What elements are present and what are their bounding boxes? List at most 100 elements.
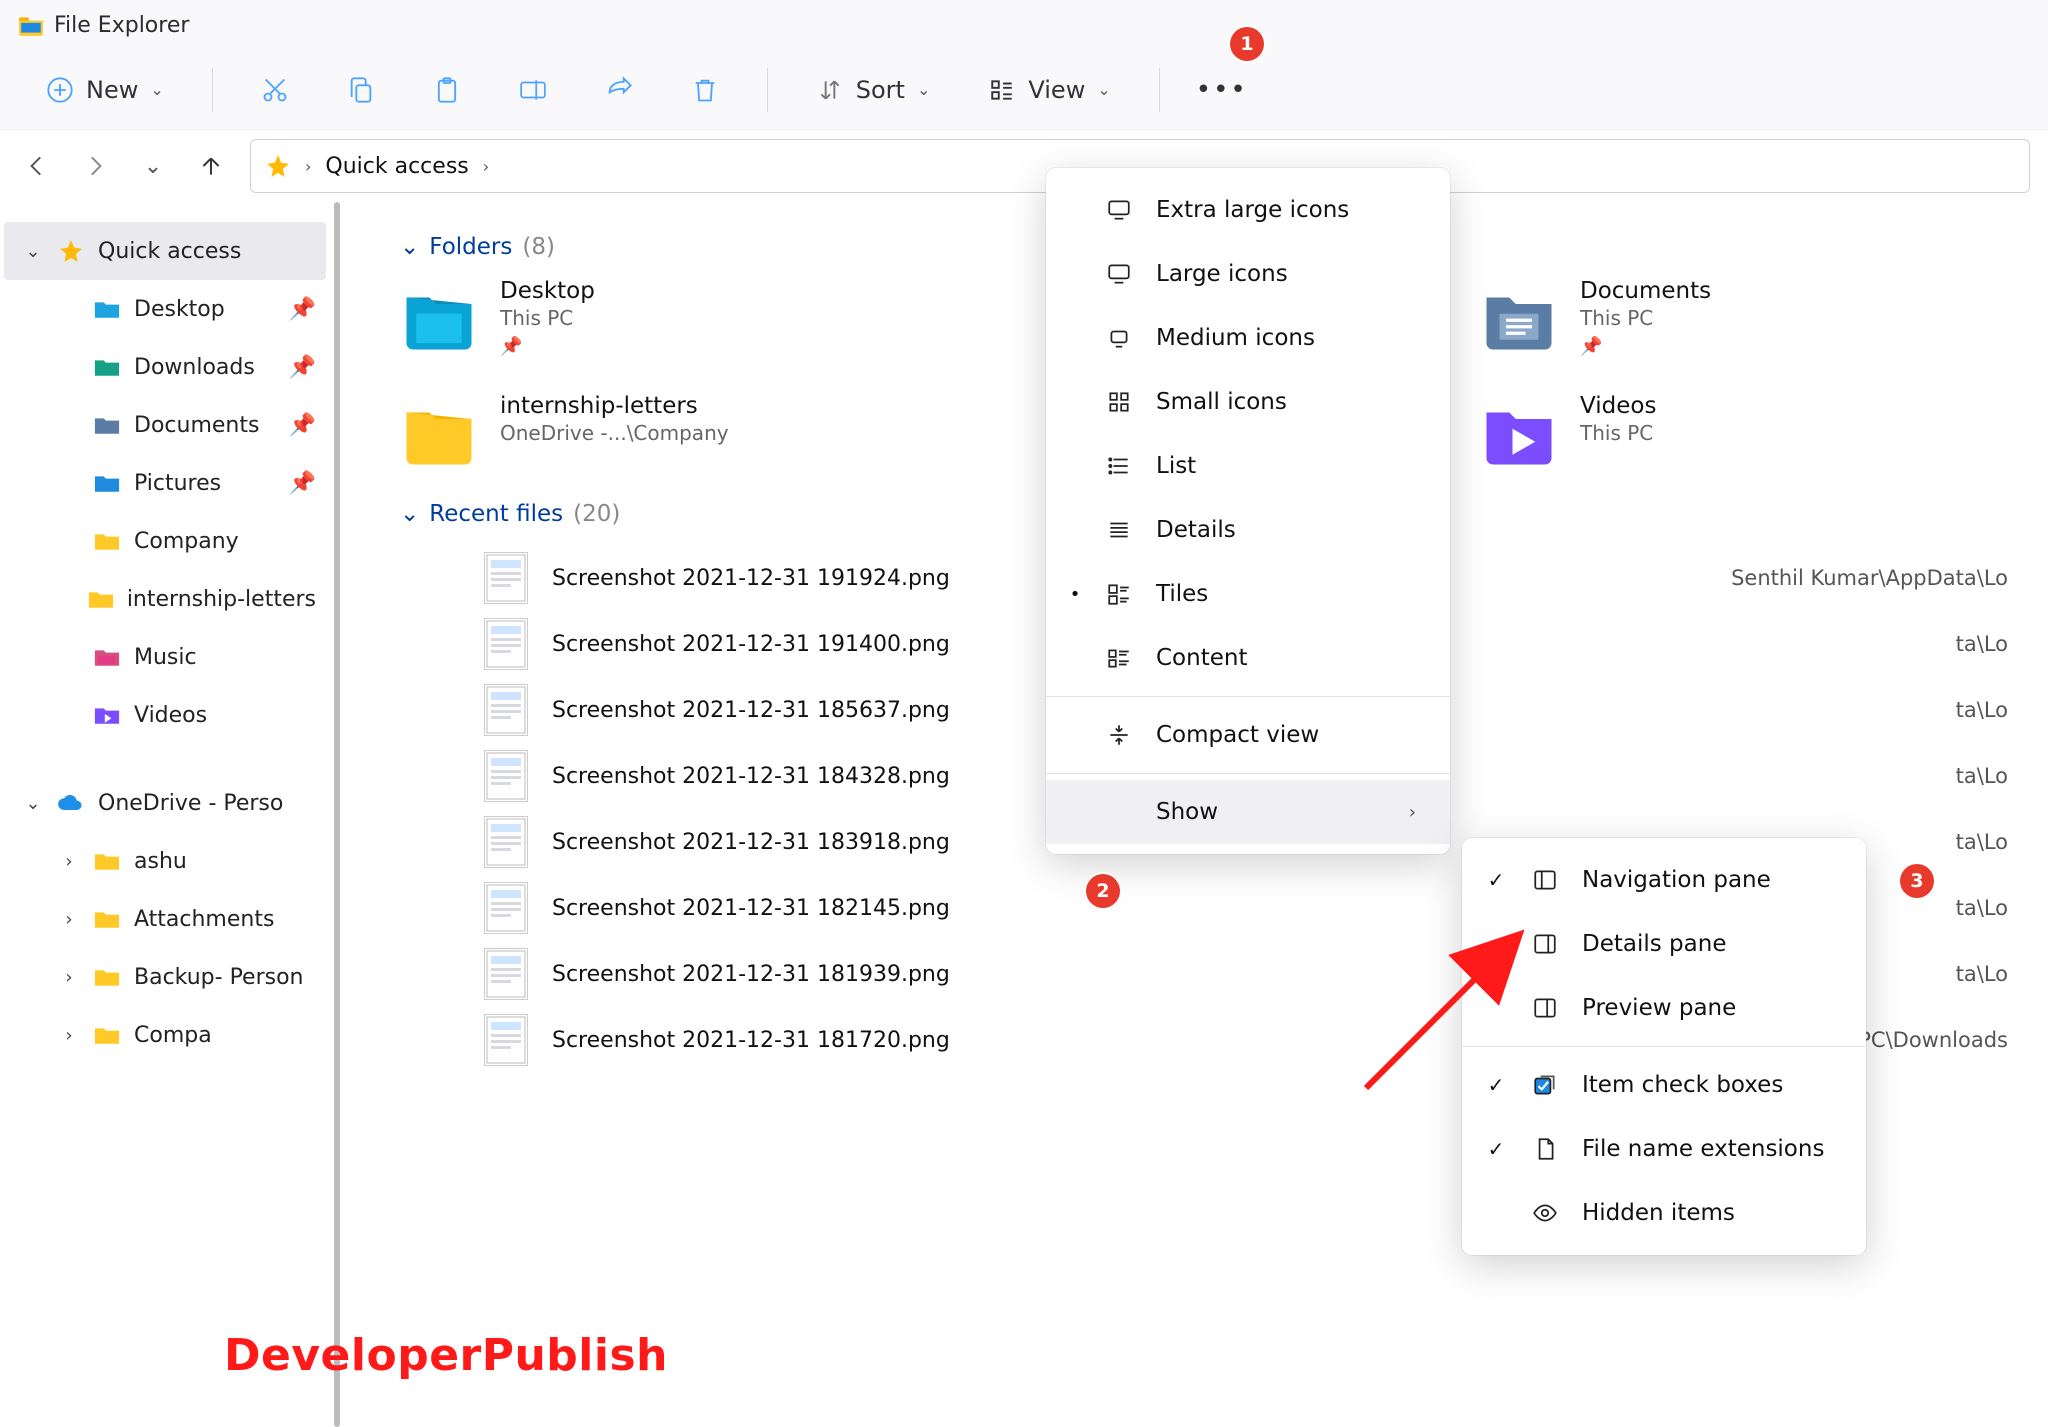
sort-button[interactable]: Sort ⌄ [806,68,941,112]
tree-item[interactable]: internship-letters [40,570,326,628]
paste-button[interactable] [423,68,471,112]
tree-item[interactable]: Company [40,512,326,570]
callout-3: 3 [1900,864,1934,898]
show-menu-item[interactable]: ✓ File name extensions [1462,1117,1866,1181]
rename-button[interactable] [509,68,557,112]
show-menu-item[interactable]: ✓ Navigation pane [1462,848,1866,912]
view-icon [988,76,1016,104]
rename-icon [519,76,547,104]
view-menu-item[interactable]: Details [1046,498,1450,562]
menu-separator [1046,773,1450,774]
list-icon [1104,451,1134,481]
menu-item-label: Content [1156,645,1247,671]
tree-item[interactable]: Downloads📌 [40,338,326,396]
section-title: Folders [429,234,512,260]
tree-item[interactable]: Documents📌 [40,396,326,454]
tree-item[interactable]: ›Backup- Person [40,948,326,1006]
cut-button[interactable] [251,68,299,112]
folder-icon [87,585,115,613]
file-thumb-icon [484,552,528,604]
file-thumb-icon [484,882,528,934]
tree-label: Desktop [134,297,225,322]
view-menu-item[interactable]: Extra large icons [1046,178,1450,242]
folder-icon [92,295,122,323]
tree-label: Quick access [98,239,241,264]
nav-forward-button[interactable] [76,147,114,185]
chevron-right-icon: › [58,851,80,872]
tree-item[interactable]: Videos [40,686,326,744]
folder-tile[interactable]: VideosThis PC [1480,393,1920,471]
compact-icon [1104,720,1134,750]
tree-quick-access[interactable]: ⌄ Quick access [4,222,326,280]
menu-item-label: Show [1156,799,1218,825]
window-title: File Explorer [54,13,189,38]
tree-item[interactable]: ›ashu [40,832,326,890]
nav-back-button[interactable] [18,147,56,185]
chevron-right-icon: › [58,967,80,988]
tile-name: Documents [1580,278,1711,304]
divider [767,68,768,112]
tree-onedrive[interactable]: ⌄ OneDrive - Perso [4,774,326,832]
new-label: New [86,76,138,104]
view-menu-item[interactable]: Medium icons [1046,306,1450,370]
chevron-down-icon: ⌄ [917,80,930,99]
grid-icon [1104,387,1134,417]
toolbar: New ⌄ Sort ⌄ View ⌄ ••• [0,50,2048,130]
file-thumb-icon [484,948,528,1000]
folder-icon [92,353,122,381]
tile-name: internship-letters [500,393,729,419]
folder-icon [1480,278,1558,356]
pin-icon: 📌 [289,355,316,380]
breadcrumb-root[interactable]: Quick access [325,154,468,179]
more-icon: ••• [1208,76,1236,104]
tiles-icon [1104,579,1134,609]
tree-label: Pictures [134,471,221,496]
menu-item-label: Preview pane [1582,995,1736,1021]
folder-tile[interactable]: internship-lettersOneDrive -...\Company [400,393,840,471]
view-menu-item[interactable]: Large icons [1046,242,1450,306]
view-menu-item[interactable]: List [1046,434,1450,498]
show-menu-item[interactable]: Hidden items [1462,1181,1866,1245]
view-button[interactable]: View ⌄ [978,68,1120,112]
file-thumb-icon [484,816,528,868]
star-icon [56,237,86,265]
file-path: ta\Lo [1956,962,2008,986]
menu-item-label: Hidden items [1582,1200,1735,1226]
view-menu-item[interactable]: • Tiles [1046,562,1450,626]
view-menu-item[interactable]: Content [1046,626,1450,690]
nav-history-button[interactable]: ⌄ [134,147,172,185]
view-label: View [1028,76,1085,104]
tree-item[interactable]: ›Compa [40,1006,326,1064]
sidebar-resizer[interactable] [330,202,340,1427]
section-count: (20) [573,501,620,527]
view-menu-show[interactable]: Show › [1046,780,1450,844]
trash-icon [691,76,719,104]
watermark: DeveloperPublish [224,1330,668,1381]
pin-icon: 📌 [1580,336,1711,357]
view-menu-item[interactable]: Small icons [1046,370,1450,434]
monitor-icon [1104,195,1134,225]
menu-item-label: Large icons [1156,261,1288,287]
folder-tile[interactable]: DocumentsThis PC📌 [1480,278,1920,357]
check-icon: ✓ [1484,1137,1508,1161]
tree-item[interactable]: Pictures📌 [40,454,326,512]
view-menu: Extra large icons Large icons Medium ico… [1046,168,1450,854]
share-button[interactable] [595,68,643,112]
tree-item[interactable]: Desktop📌 [40,280,326,338]
folder-tile[interactable]: DesktopThis PC📌 [400,278,840,357]
delete-button[interactable] [681,68,729,112]
tree-label: Company [134,529,239,554]
nav-up-button[interactable] [192,147,230,185]
more-button[interactable]: ••• [1198,68,1246,112]
tree-item[interactable]: Music [40,628,326,686]
new-button[interactable]: New ⌄ [36,68,174,112]
tree-item[interactable]: ›Attachments [40,890,326,948]
folder-icon [92,701,122,729]
tile-name: Videos [1580,393,1656,419]
copy-button[interactable] [337,68,385,112]
share-icon [605,76,633,104]
view-menu-compact[interactable]: Compact view [1046,703,1450,767]
chevron-down-icon: ⌄ [22,793,44,814]
menu-item-label: Extra large icons [1156,197,1349,223]
file-thumb-icon [484,618,528,670]
